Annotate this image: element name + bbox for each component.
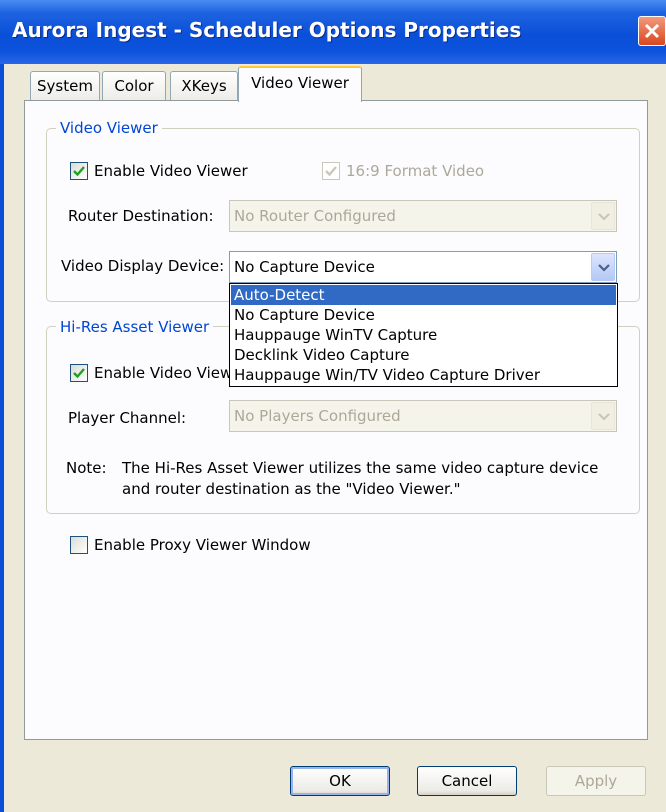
video-display-device-select[interactable]: No Capture Device	[229, 251, 617, 283]
display-dropdown-button[interactable]	[591, 253, 615, 281]
router-destination-select[interactable]: No Router Configured	[229, 200, 617, 232]
window-frame	[0, 64, 4, 812]
router-destination-label: Router Destination:	[68, 207, 214, 225]
note-prefix: Note:	[66, 459, 107, 477]
tab-xkeys[interactable]: XKeys	[170, 71, 238, 101]
tab-video-viewer[interactable]: Video Viewer	[238, 66, 362, 102]
enable-video-viewer-checkbox[interactable]	[70, 162, 88, 180]
video-viewer-legend: Video Viewer	[56, 119, 162, 137]
enable-proxy-viewer-label: Enable Proxy Viewer Window	[94, 536, 311, 554]
router-destination-value: No Router Configured	[234, 207, 396, 225]
close-button[interactable]	[638, 16, 666, 46]
window-title: Aurora Ingest - Scheduler Options Proper…	[12, 18, 522, 42]
option-no-capture-device[interactable]: No Capture Device	[231, 305, 616, 325]
cancel-button[interactable]: Cancel	[417, 766, 517, 796]
format-16-9-checkbox[interactable]	[322, 162, 340, 180]
enable-proxy-viewer-checkbox[interactable]	[70, 536, 88, 554]
video-display-device-value: No Capture Device	[234, 258, 375, 276]
apply-button[interactable]: Apply	[546, 766, 646, 796]
video-display-device-list: Auto-Detect No Capture Device Hauppauge …	[229, 283, 618, 387]
option-hauppauge-win-tv-driver[interactable]: Hauppauge Win/TV Video Capture Driver	[231, 365, 616, 385]
enable-video-viewer-label: Enable Video Viewer	[94, 162, 248, 180]
option-auto-detect[interactable]: Auto-Detect	[231, 285, 616, 305]
tab-system[interactable]: System	[30, 71, 100, 101]
chevron-down-icon	[598, 213, 610, 221]
checkmark-icon	[325, 166, 337, 177]
close-icon	[644, 23, 660, 39]
video-display-device-label: Video Display Device:	[61, 257, 225, 275]
checkmark-icon	[73, 166, 85, 177]
format-16-9-label: 16:9 Format Video	[346, 162, 485, 180]
enable-hires-viewer-label: Enable Video Viewer	[94, 364, 248, 382]
option-hauppauge-wintv-capture[interactable]: Hauppauge WinTV Capture	[231, 325, 616, 345]
ok-button[interactable]: OK	[290, 766, 390, 796]
enable-hires-viewer-checkbox[interactable]	[70, 364, 88, 382]
note-line-1: The Hi-Res Asset Viewer utilizes the sam…	[122, 459, 599, 477]
router-dropdown-button[interactable]	[591, 202, 615, 230]
tab-color[interactable]: Color	[102, 71, 166, 101]
properties-dialog: Aurora Ingest - Scheduler Options Proper…	[0, 0, 666, 812]
title-bar[interactable]: Aurora Ingest - Scheduler Options Proper…	[0, 0, 666, 64]
player-dropdown-button[interactable]	[591, 402, 615, 430]
option-decklink-video-capture[interactable]: Decklink Video Capture	[231, 345, 616, 365]
chevron-down-icon	[598, 413, 610, 421]
checkmark-icon	[73, 368, 85, 379]
chevron-down-icon	[598, 264, 610, 272]
player-channel-label: Player Channel:	[68, 409, 187, 427]
note-line-2: and router destination as the "Video Vie…	[122, 480, 461, 498]
hires-asset-viewer-legend: Hi-Res Asset Viewer	[56, 318, 214, 336]
player-channel-value: No Players Configured	[234, 407, 401, 425]
player-channel-select[interactable]: No Players Configured	[229, 400, 617, 432]
